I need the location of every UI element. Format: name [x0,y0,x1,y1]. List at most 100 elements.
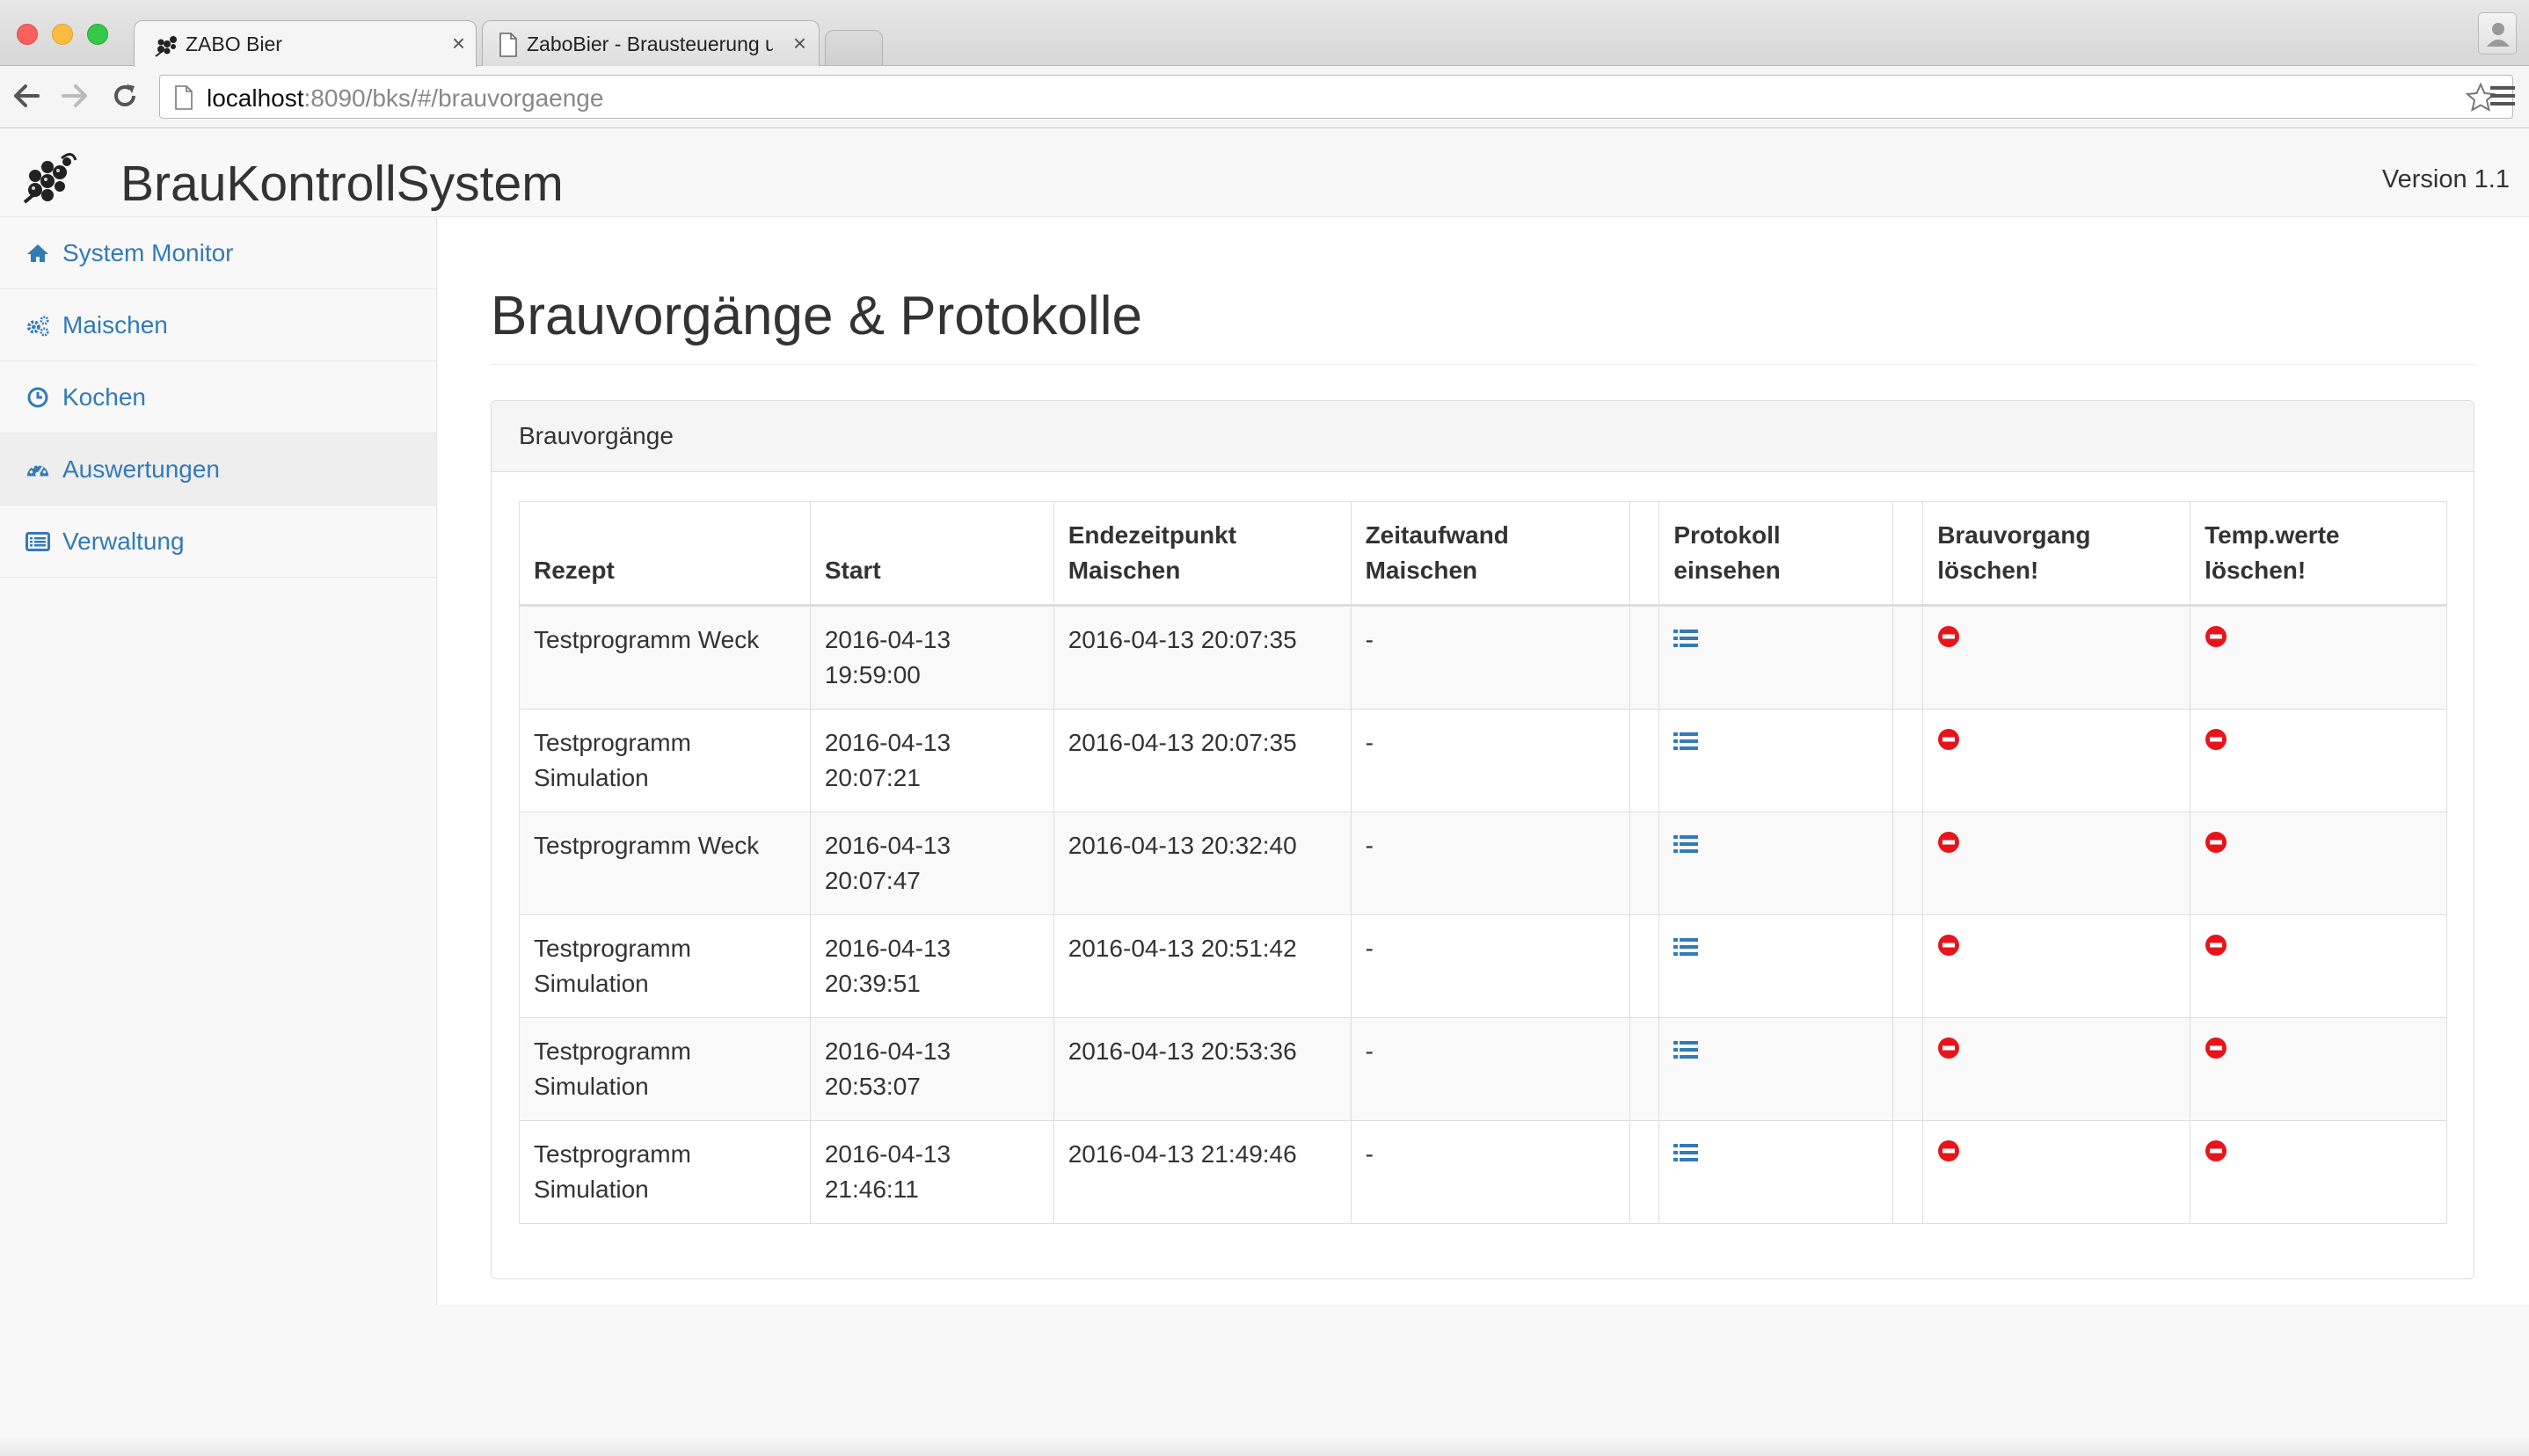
url-text: localhost:8090/bks/#/brauvorgaenge [207,84,603,113]
table-header-row: Rezept Start Endezeitpunkt Maischen Zeita… [519,501,2447,607]
cell-brauvorgang-loeschen [1922,709,2191,812]
close-window-button[interactable] [17,24,38,45]
back-button[interactable] [9,78,44,113]
tab-close-button[interactable]: × [793,30,806,57]
cell-brauvorgang-loeschen [1922,605,2191,710]
tab-zabo-bier[interactable]: ZABO Bier × [134,20,477,67]
list-alt-icon [26,529,50,554]
cell-zeitaufwand: - [1350,1120,1631,1224]
cell-empty [1629,1017,1660,1121]
cell-endezeitpunkt: 2016-04-13 20:53:36 [1053,1017,1352,1121]
cell-empty [1629,914,1660,1018]
profile-button[interactable] [2478,12,2517,55]
tab-title: ZaboBier - Brausteuerung u [527,33,773,55]
page-icon [175,85,193,110]
protocol-list-icon[interactable] [1673,622,1699,658]
browser-chrome: ZABO Bier × ZaboBier - Brausteuerung u × [0,0,2529,128]
cell-start: 2016-04-13 20:39:51 [809,914,1054,1018]
delete-tempvalues-icon[interactable] [2205,828,2227,863]
cell-empty [1892,709,1924,812]
sidebar-item-label: Verwaltung [62,527,185,555]
cell-zeitaufwand: - [1350,709,1631,812]
cell-start: 2016-04-13 20:07:47 [809,812,1054,915]
address-bar[interactable]: localhost:8090/bks/#/brauvorgaenge [159,75,2513,119]
sidebar-item-verwaltung[interactable]: Verwaltung [0,506,436,578]
sidebar-item-maischen[interactable]: Maischen [0,289,436,361]
cell-rezept: Testprogramm Simulation [519,709,811,812]
cell-brauvorgang-loeschen [1922,914,2191,1018]
cell-tempwerte-loeschen [2190,1120,2447,1224]
delete-tempvalues-icon[interactable] [2205,931,2227,966]
cell-rezept: Testprogramm Simulation [519,1120,811,1224]
cell-brauvorgang-loeschen [1922,1120,2191,1224]
cell-tempwerte-loeschen [2190,709,2447,812]
hop-icon [155,36,177,57]
cell-empty [1892,812,1924,915]
delete-tempvalues-icon[interactable] [2205,1137,2227,1172]
cell-rezept: Testprogramm Simulation [519,914,811,1018]
version-label: Version 1.1 [2381,165,2510,193]
sidebar-item-system-monitor[interactable]: System Monitor [0,217,436,289]
delete-brewprocess-icon[interactable] [1937,1137,1960,1172]
page-title: Brauvorgänge & Protokolle [491,286,1143,346]
delete-tempvalues-icon[interactable] [2205,1034,2227,1069]
cell-zeitaufwand: - [1350,812,1631,915]
sidebar-item-kochen[interactable]: Kochen [0,361,436,433]
cell-protokoll [1658,1120,1894,1224]
cell-empty [1629,709,1660,812]
cogs-icon [26,313,50,338]
panel-title: Brauvorgänge [492,401,2474,472]
protocol-list-icon[interactable] [1673,828,1699,863]
zoom-window-button[interactable] [87,24,108,45]
url-path: :8090/bks/#/brauvorgaenge [303,84,604,112]
protocol-list-icon[interactable] [1673,1034,1699,1069]
delete-brewprocess-icon[interactable] [1937,725,1960,761]
clock-icon [26,385,50,410]
column-header-protokoll: Protokoll einsehen [1658,501,1894,607]
cell-endezeitpunkt: 2016-04-13 20:07:35 [1053,605,1352,710]
delete-brewprocess-icon[interactable] [1937,931,1960,966]
column-header-brauvorgang-loeschen: Brauvorgang löschen! [1922,501,2191,607]
hamburger-menu-icon[interactable] [2487,80,2518,112]
cell-zeitaufwand: - [1350,1017,1631,1121]
table-row: Testprogramm Simulation 2016-04-13 20:07:21… [519,709,2447,812]
delete-brewprocess-icon[interactable] [1937,1034,1960,1069]
cell-zeitaufwand: - [1350,605,1631,710]
cell-tempwerte-loeschen [2190,914,2447,1018]
brauvorgaenge-panel: Brauvorgänge Rezept Start Endezeitpunkt M… [491,400,2474,1279]
delete-brewprocess-icon[interactable] [1937,622,1960,658]
sidebar-item-auswertungen[interactable]: Auswertungen [0,433,436,506]
cell-brauvorgang-loeschen [1922,1017,2191,1121]
cell-rezept: Testprogramm Simulation [519,1017,811,1121]
cell-endezeitpunkt: 2016-04-13 20:07:35 [1053,709,1352,812]
brauvorgaenge-table: Rezept Start Endezeitpunkt Maischen Zeita… [519,501,2447,1224]
arrow-right-icon [62,84,87,107]
cell-empty [1629,605,1660,710]
cell-endezeitpunkt: 2016-04-13 20:51:42 [1053,914,1352,1018]
protocol-list-icon[interactable] [1673,931,1699,966]
delete-tempvalues-icon[interactable] [2205,622,2227,658]
tab-zabobier-brausteuerung[interactable]: ZaboBier - Brausteuerung u × [482,20,820,67]
new-tab-button[interactable] [825,30,883,65]
cell-protokoll [1658,709,1894,812]
hop-logo-icon[interactable] [19,151,77,206]
dashboard-icon [26,457,50,482]
protocol-list-icon[interactable] [1673,725,1699,761]
sidebar-item-label: Auswertungen [62,455,221,483]
app-navbar: BrauKontrollSystem Version 1.1 [0,128,2529,217]
column-header-zeitaufwand: Zeitaufwand Maischen [1350,501,1631,607]
forward-button[interactable] [57,78,92,113]
browser-toolbar: localhost:8090/bks/#/brauvorgaenge [0,66,2529,128]
brand-title[interactable]: BrauKontrollSystem [120,155,564,213]
tab-close-button[interactable]: × [452,30,465,57]
page-footer-area [0,1305,2529,1456]
page-header: Brauvorgänge & Protokolle [491,286,2476,365]
cell-protokoll [1658,1017,1894,1121]
minimize-window-button[interactable] [52,24,73,45]
cell-start: 2016-04-13 20:53:07 [809,1017,1054,1121]
reload-button[interactable] [107,78,142,113]
delete-tempvalues-icon[interactable] [2205,725,2227,761]
cell-empty [1892,1017,1924,1121]
delete-brewprocess-icon[interactable] [1937,828,1960,863]
protocol-list-icon[interactable] [1673,1137,1699,1172]
